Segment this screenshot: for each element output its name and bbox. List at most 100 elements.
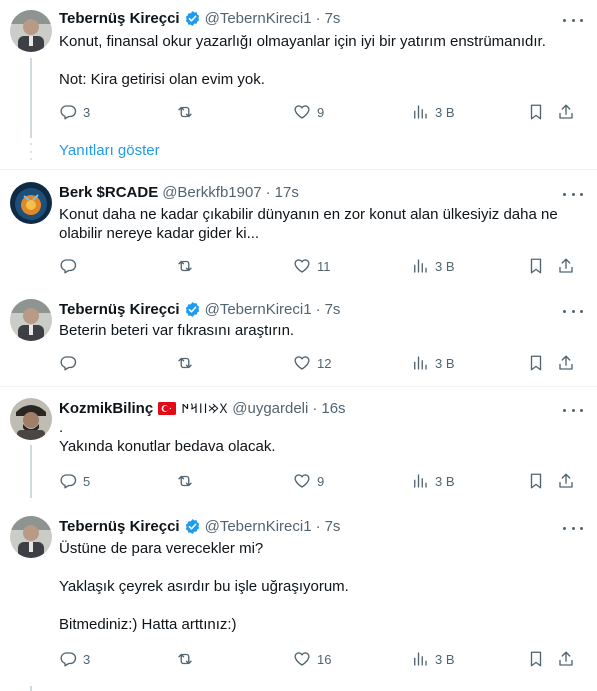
bookmark-button[interactable] — [527, 470, 545, 492]
turkey-flag-icon — [158, 401, 177, 415]
share-icon — [559, 473, 573, 488]
share-icon — [559, 355, 573, 370]
thread-line — [30, 58, 32, 138]
retweet-button[interactable] — [176, 101, 200, 123]
tweet[interactable]: Tebernüş Kireçci @TebernKireci1 · 7s Kon… — [0, 8, 597, 138]
views-button[interactable]: 3 B — [411, 470, 455, 492]
like-count: 16 — [317, 651, 332, 667]
tweet-text: Konut, finansal okur yazarlığı olmayanla… — [59, 33, 546, 88]
author-name[interactable]: KozmikBilinç — [59, 400, 153, 417]
author-handle[interactable]: @TebernKireci1 — [205, 301, 312, 318]
views-button[interactable]: 3 B — [411, 352, 455, 374]
share-button[interactable] — [557, 648, 575, 670]
retweet-icon — [178, 106, 192, 118]
views-count: 3 B — [435, 355, 455, 371]
bookmark-icon — [530, 473, 542, 489]
share-icon — [559, 104, 573, 119]
reply-button[interactable]: 3 — [59, 101, 90, 123]
action-bar: 11 3 B — [59, 255, 583, 277]
tweet-text: Beterin beteri var fıkrasını araştırın. — [59, 322, 295, 339]
bookmark-button[interactable] — [527, 352, 545, 374]
timestamp[interactable]: 7s — [325, 301, 341, 318]
author-name[interactable]: Tebernüş Kireçci — [59, 518, 180, 535]
separator-dot: · — [265, 183, 271, 201]
reply-icon — [60, 356, 77, 371]
reply-count: 3 — [83, 651, 91, 667]
separator-dot: · — [315, 300, 321, 318]
tweet[interactable]: Berk $RCADE @Berkkfb1907 · 17s Konut dah… — [0, 182, 597, 285]
like-button[interactable]: 9 — [293, 101, 324, 123]
more-icon[interactable] — [563, 402, 583, 418]
author-handle[interactable]: @TebernKireci1 — [205, 10, 312, 27]
retweet-button[interactable] — [176, 255, 200, 277]
author-handle[interactable]: @TebernKireci1 — [205, 518, 312, 535]
views-button[interactable]: 3 B — [411, 648, 455, 670]
tweet[interactable]: Tebernüş Kireçci @TebernKireci1 · 7s Üst… — [0, 516, 597, 691]
retweet-icon — [178, 475, 192, 487]
action-bar: 5 9 3 B — [59, 470, 583, 492]
author-name[interactable]: Tebernüş Kireçci — [59, 10, 180, 27]
timestamp[interactable]: 7s — [325, 518, 341, 535]
tweet[interactable]: KozmikBilinç 𐰓𐰢𐰾𐰾𐰺𐰇 @uygardeli · 16s . Y… — [0, 398, 597, 498]
avatar[interactable] — [10, 182, 52, 224]
views-count: 3 B — [435, 651, 455, 667]
separator-dot: · — [315, 9, 321, 27]
avatar[interactable] — [10, 516, 52, 558]
reply-button[interactable] — [59, 255, 83, 277]
views-count: 3 B — [435, 473, 455, 489]
show-replies[interactable]: Yanıtları göster — [0, 138, 597, 165]
share-button[interactable] — [557, 255, 575, 277]
timestamp[interactable]: 17s — [275, 184, 299, 201]
tweet-header: Tebernüş Kireçci @TebernKireci1 · 7s — [59, 299, 340, 319]
author-handle[interactable]: @Berkkfb1907 — [162, 184, 261, 201]
reply-button[interactable] — [59, 352, 83, 374]
heart-icon — [294, 474, 310, 488]
like-button[interactable]: 12 — [293, 352, 331, 374]
share-button[interactable] — [557, 470, 575, 492]
retweet-button[interactable] — [176, 470, 200, 492]
separator-dot: · — [312, 399, 318, 417]
verified-badge-icon — [185, 301, 199, 317]
more-icon[interactable] — [563, 12, 583, 28]
more-icon[interactable] — [563, 520, 583, 536]
author-name[interactable]: Tebernüş Kireçci — [59, 301, 180, 318]
share-button[interactable] — [557, 352, 575, 374]
views-icon — [414, 356, 427, 370]
show-replies-link[interactable]: Yanıtları göster — [59, 142, 160, 159]
bookmark-icon — [530, 258, 542, 274]
more-icon[interactable] — [563, 303, 583, 319]
share-button[interactable] — [557, 101, 575, 123]
timestamp[interactable]: 16s — [321, 400, 345, 417]
reply-button[interactable]: 5 — [59, 470, 90, 492]
author-handle[interactable]: @uygardeli — [232, 400, 308, 417]
views-icon — [414, 105, 427, 119]
like-button[interactable]: 9 — [293, 470, 324, 492]
reply-button[interactable]: 3 — [59, 648, 90, 670]
tweet-text: Üstüne de para verecekler mi? Yaklaşık ç… — [59, 540, 349, 633]
bookmark-button[interactable] — [527, 648, 545, 670]
avatar[interactable] — [10, 299, 52, 341]
retweet-button[interactable] — [176, 648, 200, 670]
views-count: 3 B — [435, 104, 455, 120]
author-name[interactable]: Berk $RCADE — [59, 184, 158, 201]
views-button[interactable]: 3 B — [411, 255, 455, 277]
like-count: 12 — [317, 355, 332, 371]
avatar[interactable] — [10, 10, 52, 52]
like-count: 11 — [317, 258, 331, 274]
bookmark-button[interactable] — [527, 255, 545, 277]
retweet-button[interactable] — [176, 352, 200, 374]
retweet-icon — [178, 653, 192, 665]
like-button[interactable]: 16 — [293, 648, 331, 670]
avatar[interactable] — [10, 398, 52, 440]
more-icon[interactable] — [563, 186, 583, 202]
bookmark-icon — [530, 651, 542, 667]
timestamp[interactable]: 7s — [325, 10, 341, 27]
verified-badge-icon — [185, 518, 199, 534]
views-button[interactable]: 3 B — [411, 101, 455, 123]
tweet[interactable]: Tebernüş Kireçci @TebernKireci1 · 7s Bet… — [0, 299, 597, 379]
tweet-text: . Yakında konutlar bedava olacak. — [59, 419, 276, 455]
heart-icon — [294, 652, 310, 666]
bookmark-button[interactable] — [527, 101, 545, 123]
bookmark-icon — [530, 355, 542, 371]
like-button[interactable]: 11 — [293, 255, 331, 277]
